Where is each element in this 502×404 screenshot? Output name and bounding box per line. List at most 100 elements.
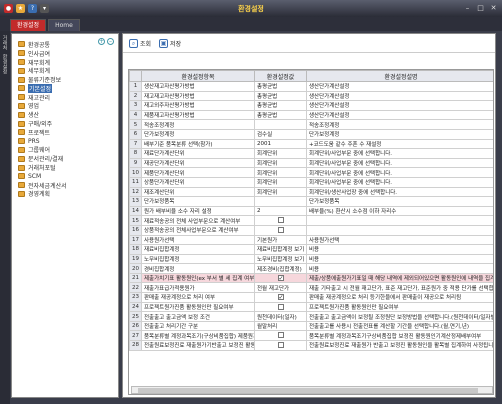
value-cell[interactable]: ✓ bbox=[254, 272, 307, 284]
desc-cell: 생산단가계산설정 bbox=[306, 90, 493, 102]
table-row[interactable]: 23 판매출 재공계정으로 처리 여부 ✓ 판매출 재공계정으로 처리 등기한을에서 … bbox=[129, 292, 493, 303]
tree-item[interactable]: 물류기준정보 bbox=[18, 75, 67, 84]
tree-item[interactable]: 프로젝트 bbox=[18, 128, 67, 137]
checkbox[interactable] bbox=[277, 342, 284, 349]
table-row[interactable]: 18 재료비집합계정 재료비집합계정 보기 비용 bbox=[129, 244, 493, 255]
value-cell[interactable]: 총평균법 bbox=[254, 90, 307, 102]
table-row[interactable]: 21 제출가치기표 활동원인(ex 부서 별 세 집계 여부 ✓ 제출/상품에출원가기… bbox=[129, 272, 493, 284]
value-cell[interactable]: 총평균법 bbox=[254, 81, 307, 92]
value-cell[interactable] bbox=[254, 119, 307, 130]
tree-item[interactable]: 세무회계 bbox=[18, 66, 67, 75]
collapse-all-icon[interactable]: – bbox=[107, 38, 114, 45]
tree-item[interactable]: 영업 bbox=[18, 102, 67, 110]
tab-settings[interactable]: 환경설정 bbox=[10, 19, 47, 31]
table-row[interactable]: 2 재고재고자산평가방법 총평균법 생산단가계산설정 bbox=[129, 90, 493, 102]
close-button[interactable]: ✕ bbox=[489, 4, 498, 12]
table-row[interactable]: 4 제품재고자산평가방법 총평균법 생산단가계산설정 bbox=[129, 109, 493, 121]
expand-all-icon[interactable]: + bbox=[98, 38, 105, 45]
scrollbar-thumb[interactable] bbox=[138, 388, 478, 393]
side-strip-item[interactable]: 거래처 bbox=[2, 35, 9, 50]
value-cell[interactable]: ✓ bbox=[254, 292, 307, 303]
side-strip-item[interactable]: 환경설정 bbox=[2, 54, 9, 74]
table-row[interactable]: 13 단가보정품목 단가보정품목 bbox=[129, 196, 493, 207]
value-cell[interactable] bbox=[254, 330, 307, 342]
row-number: 24 bbox=[129, 301, 142, 313]
table-row[interactable]: 19 노무비집합계정 노무비집합계정 보기 비용 bbox=[129, 253, 493, 265]
value-cell[interactable]: 회계단위 bbox=[254, 157, 307, 169]
checkbox[interactable]: ✓ bbox=[277, 294, 284, 301]
value-cell[interactable]: 전월 재고단가 bbox=[254, 282, 307, 294]
value-cell[interactable]: 재료비집합계정 보기 bbox=[254, 244, 307, 255]
table-row[interactable]: 7 배부기준 품목분류 선택(참가) 2001 +코드도움 같수 주혼 수 재설정 bbox=[129, 138, 493, 150]
tree-item[interactable]: 문서관리/결재 bbox=[18, 154, 67, 163]
table-row[interactable]: 20 경비집합계정 제조경비(집합계정) 비용 bbox=[129, 263, 493, 274]
value-cell[interactable] bbox=[254, 301, 307, 313]
checkbox[interactable] bbox=[277, 217, 284, 224]
checkbox[interactable]: ✓ bbox=[277, 274, 284, 281]
tree-item[interactable]: 전자세금계산서 bbox=[18, 181, 67, 190]
value-cell[interactable]: 회계단위 bbox=[254, 167, 307, 178]
tree-item[interactable]: 거래처포털 bbox=[18, 163, 67, 172]
table-row[interactable]: 6 단가보정계정 검수실 단가보정계정 bbox=[129, 128, 493, 140]
value-cell[interactable] bbox=[254, 224, 307, 236]
checkbox[interactable] bbox=[277, 332, 284, 339]
tree-item[interactable]: 생산 bbox=[18, 110, 67, 119]
tree-item[interactable]: 재고관리 bbox=[18, 93, 67, 102]
checkbox[interactable] bbox=[277, 303, 284, 310]
value-cell[interactable]: 총평균법 bbox=[254, 100, 307, 111]
value-cell[interactable]: 기본원가 bbox=[254, 234, 307, 246]
table-row[interactable]: 8 재료단가계산단위 회계단위 회계단위/사업부문 중에 선택합니다. bbox=[129, 148, 493, 159]
maximize-button[interactable]: □ bbox=[476, 4, 485, 12]
table-row[interactable]: 14 원가 배부비율 소수 자리 설정 2 배부율(%) 환산시 소수점 이하 자리수 bbox=[129, 205, 493, 217]
tree-item[interactable]: 경영계획 bbox=[18, 190, 67, 198]
table-row[interactable]: 17 사용원가선택 기본원가 사용원가선택 bbox=[129, 234, 493, 246]
table-row[interactable]: 25 전출출고 출고금액 보정 조건 원천데이터(일자) 전출출고 출고금액이 보정될… bbox=[129, 311, 493, 322]
value-cell[interactable]: 회계단위 bbox=[254, 176, 307, 188]
tab-home[interactable]: Home bbox=[48, 19, 80, 31]
value-cell[interactable]: 2 bbox=[254, 205, 307, 217]
row-number: 11 bbox=[129, 176, 142, 188]
value-cell[interactable]: 회계단위 bbox=[254, 186, 307, 198]
value-cell[interactable]: 원천데이터(일자) bbox=[254, 311, 307, 322]
item-cell: 사용원가선택 bbox=[141, 234, 255, 246]
value-cell[interactable]: 총평균법 bbox=[254, 109, 307, 121]
value-cell[interactable]: 2001 bbox=[254, 138, 307, 150]
table-row[interactable]: 1 생산재고자산평가방법 총평균법 생산단가계산설정 bbox=[129, 81, 493, 92]
tree-item[interactable]: 구매/외주 bbox=[18, 119, 67, 128]
tree-item[interactable]: 재무회계 bbox=[18, 58, 67, 67]
table-row[interactable]: 5 적송조정계정 적송조정계정 bbox=[129, 119, 493, 130]
tree-item[interactable]: 인사급여 bbox=[18, 49, 67, 58]
checkbox[interactable] bbox=[277, 226, 284, 233]
tree-item[interactable]: 환경공통 bbox=[18, 40, 67, 49]
table-row[interactable]: 28 전출원료보정진료 재출원가기반출고 보정진 활동원인 전출원료보정진료 재출원… bbox=[129, 340, 493, 351]
value-cell[interactable] bbox=[254, 340, 307, 351]
table-row[interactable]: 26 전출출고 처리기간 구분 월말처리 전출출고를 사용시 전출전표를 계산할 기간… bbox=[129, 320, 493, 332]
table-row[interactable]: 22 재출가표급가적용원가 전월 재고단가 재출 기타출고 시 전월 재고단가, 표준… bbox=[129, 282, 493, 294]
value-cell[interactable]: 회계단위 bbox=[254, 148, 307, 159]
table-row[interactable]: 27품목분류별 계정과목조기(구상비품집합) 제품원가계산 품목분류별 계정과목조… bbox=[129, 330, 493, 342]
value-cell[interactable]: 제조경비(집합계정) bbox=[254, 263, 307, 274]
tree-item[interactable]: 기본설정 bbox=[18, 83, 67, 93]
tree-item[interactable]: PRS bbox=[18, 137, 67, 146]
item-cell: 재료비집합계정 bbox=[141, 244, 255, 255]
value-cell[interactable]: 노무비집합계정 보기 bbox=[254, 253, 307, 265]
value-cell[interactable] bbox=[254, 196, 307, 207]
minimize-button[interactable]: – bbox=[463, 4, 472, 12]
value-cell[interactable]: 검수실 bbox=[254, 128, 307, 140]
table-row[interactable]: 15 재료적송공의 전체 사업부문으로 계산여부 bbox=[129, 215, 493, 226]
table-row[interactable]: 12 재조계산단위 회계단위 회계단위/생산사업장 중에 선택합니다. bbox=[129, 186, 493, 198]
search-button[interactable]: ⌕ 조회 bbox=[129, 38, 151, 48]
value-cell[interactable]: 월말처리 bbox=[254, 320, 307, 332]
table-row[interactable]: 11 상품단가계산단위 회계단위 회계단위/사업부문 중에 선택합니다. bbox=[129, 176, 493, 188]
table-row[interactable]: 3 재고외주자산평가방법 총평균법 생산단가계산설정 bbox=[129, 100, 493, 111]
value-cell[interactable] bbox=[254, 215, 307, 226]
tree-item[interactable]: 그룹웨어 bbox=[18, 146, 67, 154]
table-row[interactable]: 24 프로젝트원가진품 활동원인만 필요여부 프로젝트원가진품 활동원인만 필요여부 bbox=[129, 301, 493, 313]
table-row[interactable]: 10 제품단가계산단위 회계단위 회계단위/사업부문 중에 선택합니다. bbox=[129, 167, 493, 178]
tree-item[interactable]: SCM bbox=[18, 172, 67, 181]
horizontal-scrollbar[interactable] bbox=[131, 386, 493, 394]
table-row[interactable]: 16 상품적송공의 전체사업부문으로 계산여부 bbox=[129, 224, 493, 236]
save-button[interactable]: ▣ 저장 bbox=[159, 38, 181, 48]
desc-cell: 회계단위/사업부문 중에 선택합니다. bbox=[306, 167, 493, 178]
table-row[interactable]: 9 재공단가계산단위 회계단위 회계단위/사업부문 중에 선택합니다. bbox=[129, 157, 493, 169]
